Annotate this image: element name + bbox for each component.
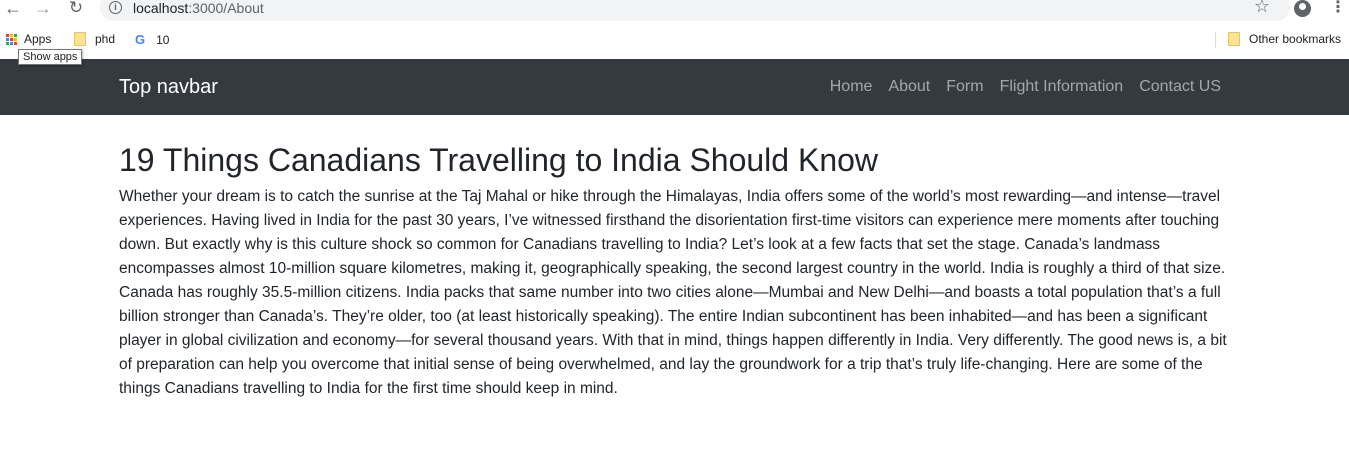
article-body: Whether your dream is to catch the sunri… [119,188,1227,397]
info-icon[interactable]: i [109,1,122,14]
main-content: 19 Things Canadians Travelling to India … [119,140,1231,401]
page-title: 19 Things Canadians Travelling to India … [119,142,879,178]
nav-link-flight-information[interactable]: Flight Information [1000,78,1124,96]
show-apps-tooltip: Show apps [18,49,83,65]
browser-toolbar: ← → ↻ i localhost:3000/About ☆ ⋮ [0,0,1349,22]
back-arrow-icon[interactable]: ← [3,0,23,18]
bookmarks-bar: Apps phd G 10 Other bookmarks [0,26,1349,54]
url-host: localhost [133,0,189,16]
top-navbar: Top navbar Home About Form Flight Inform… [0,59,1349,115]
bookmark-apps-label: Apps [24,32,52,46]
nav-link-form[interactable]: Form [946,78,983,96]
nav-link-about[interactable]: About [888,78,930,96]
folder-icon [1228,32,1240,46]
nav-link-home[interactable]: Home [830,78,873,96]
url-text[interactable]: localhost:3000/About [133,0,264,16]
bookmark-10-label: 10 [156,32,170,47]
bookmark-other[interactable]: Other bookmarks [1228,32,1341,46]
google-icon: G [135,32,146,47]
nav-link-contact-us[interactable]: Contact US [1139,78,1221,96]
forward-arrow-icon[interactable]: → [33,0,53,18]
bookmark-phd[interactable]: phd [74,32,115,46]
bookmarks-divider [1215,32,1216,48]
address-bar[interactable]: i localhost:3000/About ☆ [100,0,1290,21]
bookmark-phd-label: phd [95,32,116,46]
navbar-brand[interactable]: Top navbar [119,76,218,99]
menu-dots-icon[interactable]: ⋮ [1330,0,1346,16]
star-icon[interactable]: ☆ [1254,0,1270,17]
bookmark-apps[interactable]: Apps [6,32,51,46]
nav-links: Home About Form Flight Information Conta… [830,78,1221,96]
bookmark-10[interactable]: G 10 [135,32,169,47]
bookmark-other-label: Other bookmarks [1249,32,1342,46]
url-path: :3000/About [188,0,264,16]
reload-icon[interactable]: ↻ [66,0,86,18]
profile-icon[interactable] [1294,0,1311,17]
folder-icon [74,32,86,46]
apps-grid-icon [6,33,17,45]
